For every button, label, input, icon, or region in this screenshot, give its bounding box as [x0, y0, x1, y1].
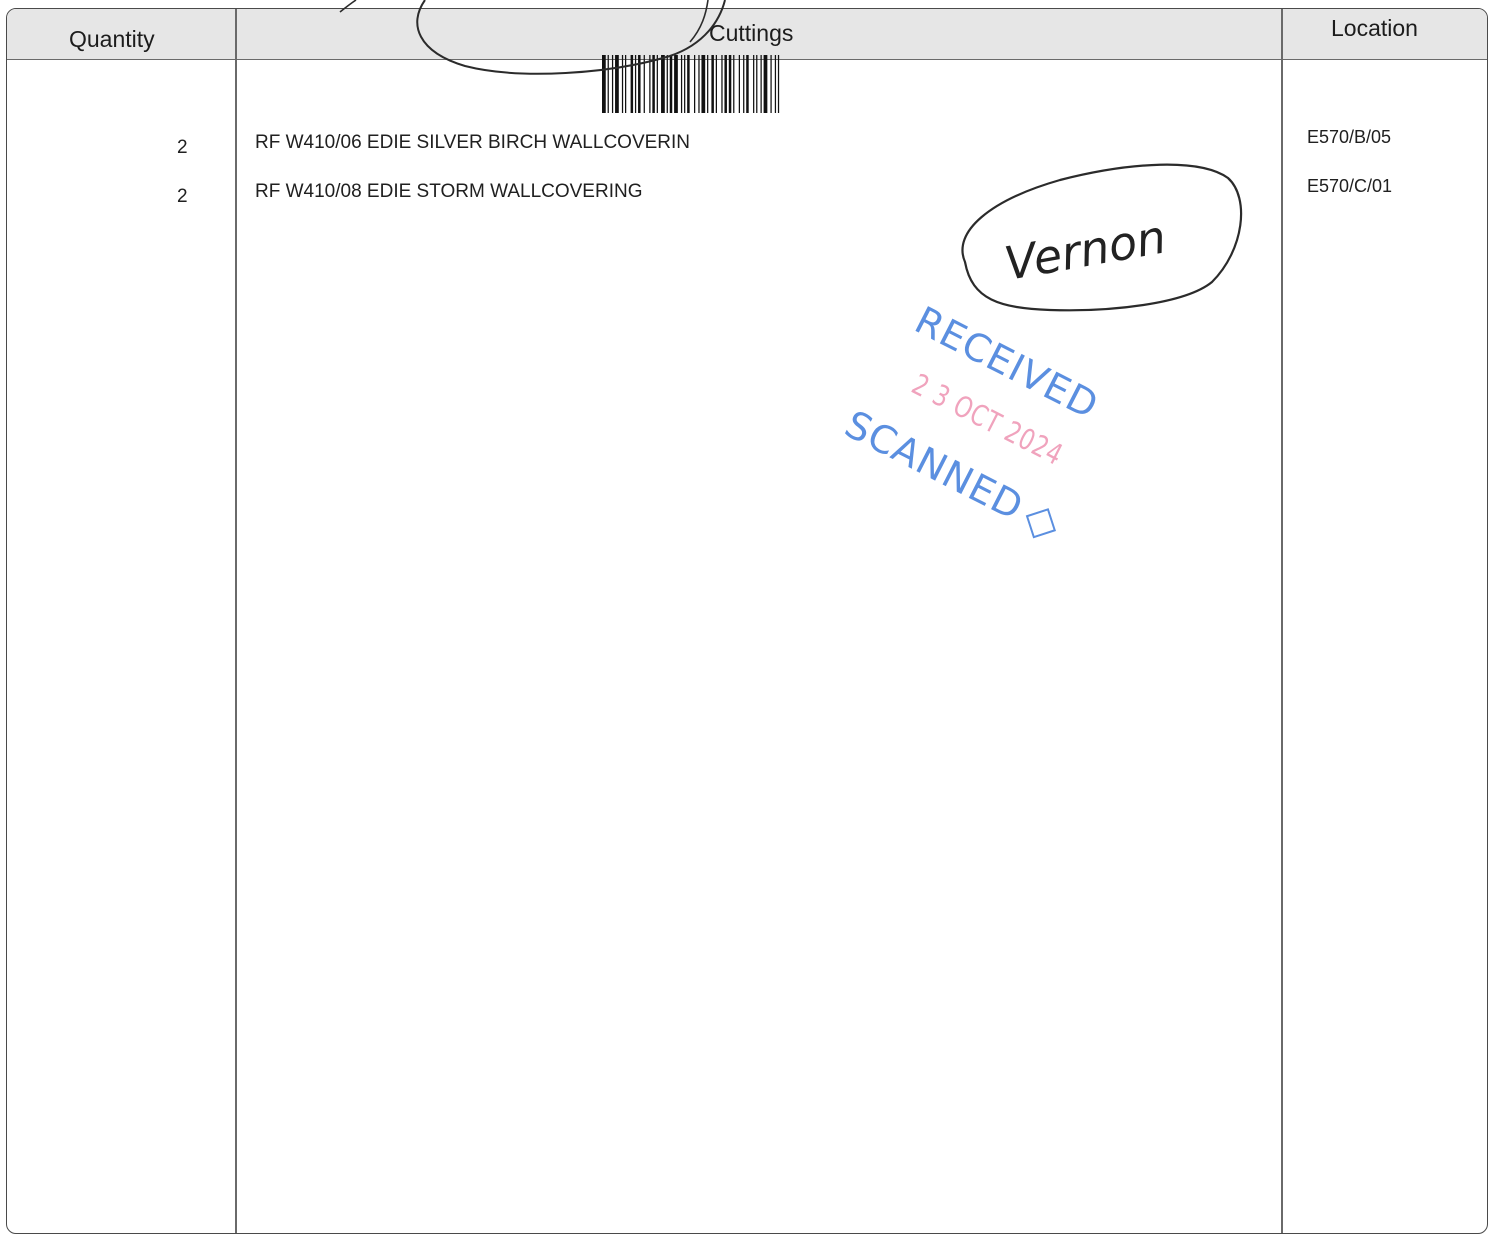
header-quantity: Quantity	[69, 26, 155, 52]
barcode-bar	[615, 55, 619, 113]
barcode-bar	[774, 55, 777, 113]
barcode-bar	[602, 55, 606, 113]
barcode-bar	[701, 55, 706, 113]
barcode-bar	[611, 55, 614, 113]
barcode-bar	[738, 55, 740, 113]
barcode-bar	[711, 55, 714, 113]
barcode-bar	[669, 55, 673, 113]
barcode-bar	[763, 55, 768, 113]
barcode-bar	[743, 55, 745, 113]
header-cuttings: Cuttings	[709, 20, 794, 46]
header-location: Location	[1331, 15, 1418, 41]
barcode-bar	[756, 55, 758, 113]
barcode-bar	[698, 55, 700, 113]
barcode-bar	[674, 55, 678, 113]
barcode-bar	[721, 55, 723, 113]
barcode-bar	[707, 55, 709, 113]
barcode-bar	[728, 55, 732, 113]
barcode-bar	[621, 55, 624, 113]
barcode-bar	[694, 55, 696, 113]
barcode-bar	[634, 55, 637, 113]
barcode-bar	[733, 55, 735, 113]
barcode-bar	[643, 55, 645, 113]
delivery-note-sheet: Quantity Cuttings Location 2 RF W410/06 …	[0, 0, 1494, 1238]
barcode-bar	[777, 55, 780, 113]
barcode-bar	[656, 55, 658, 113]
barcode-bar	[607, 55, 609, 113]
location-cell: E570/C/01	[1307, 176, 1393, 196]
barcode-bar	[638, 55, 641, 113]
barcode-bar	[715, 55, 717, 113]
barcode-bar	[680, 55, 683, 113]
column-divider	[1281, 9, 1283, 1233]
items-table: Quantity Cuttings Location 2 RF W410/06 …	[6, 8, 1488, 1234]
barcode-bar	[684, 55, 686, 113]
description-cell: RF W410/08 EDIE STORM WALLCOVERING	[255, 181, 643, 202]
barcode-bar	[661, 55, 665, 113]
barcode-bar	[687, 55, 690, 113]
description-cell: RF W410/06 EDIE SILVER BIRCH WALLCOVERIN	[255, 132, 691, 153]
quantity-cell: 2	[177, 137, 188, 158]
barcode-bar	[760, 55, 762, 113]
barcode	[602, 55, 780, 113]
barcode-bar	[625, 55, 627, 113]
column-divider	[235, 9, 237, 1233]
barcode-bar	[666, 55, 668, 113]
barcode-bar	[724, 55, 727, 113]
barcode-bar	[649, 55, 651, 113]
quantity-cell: 2	[177, 186, 188, 207]
barcode-bar	[770, 55, 772, 113]
barcode-bar	[652, 55, 655, 113]
barcode-bar	[630, 55, 634, 113]
barcode-bar	[746, 55, 749, 113]
location-cell: E570/B/05	[1307, 127, 1392, 147]
barcode-bar	[753, 55, 755, 113]
